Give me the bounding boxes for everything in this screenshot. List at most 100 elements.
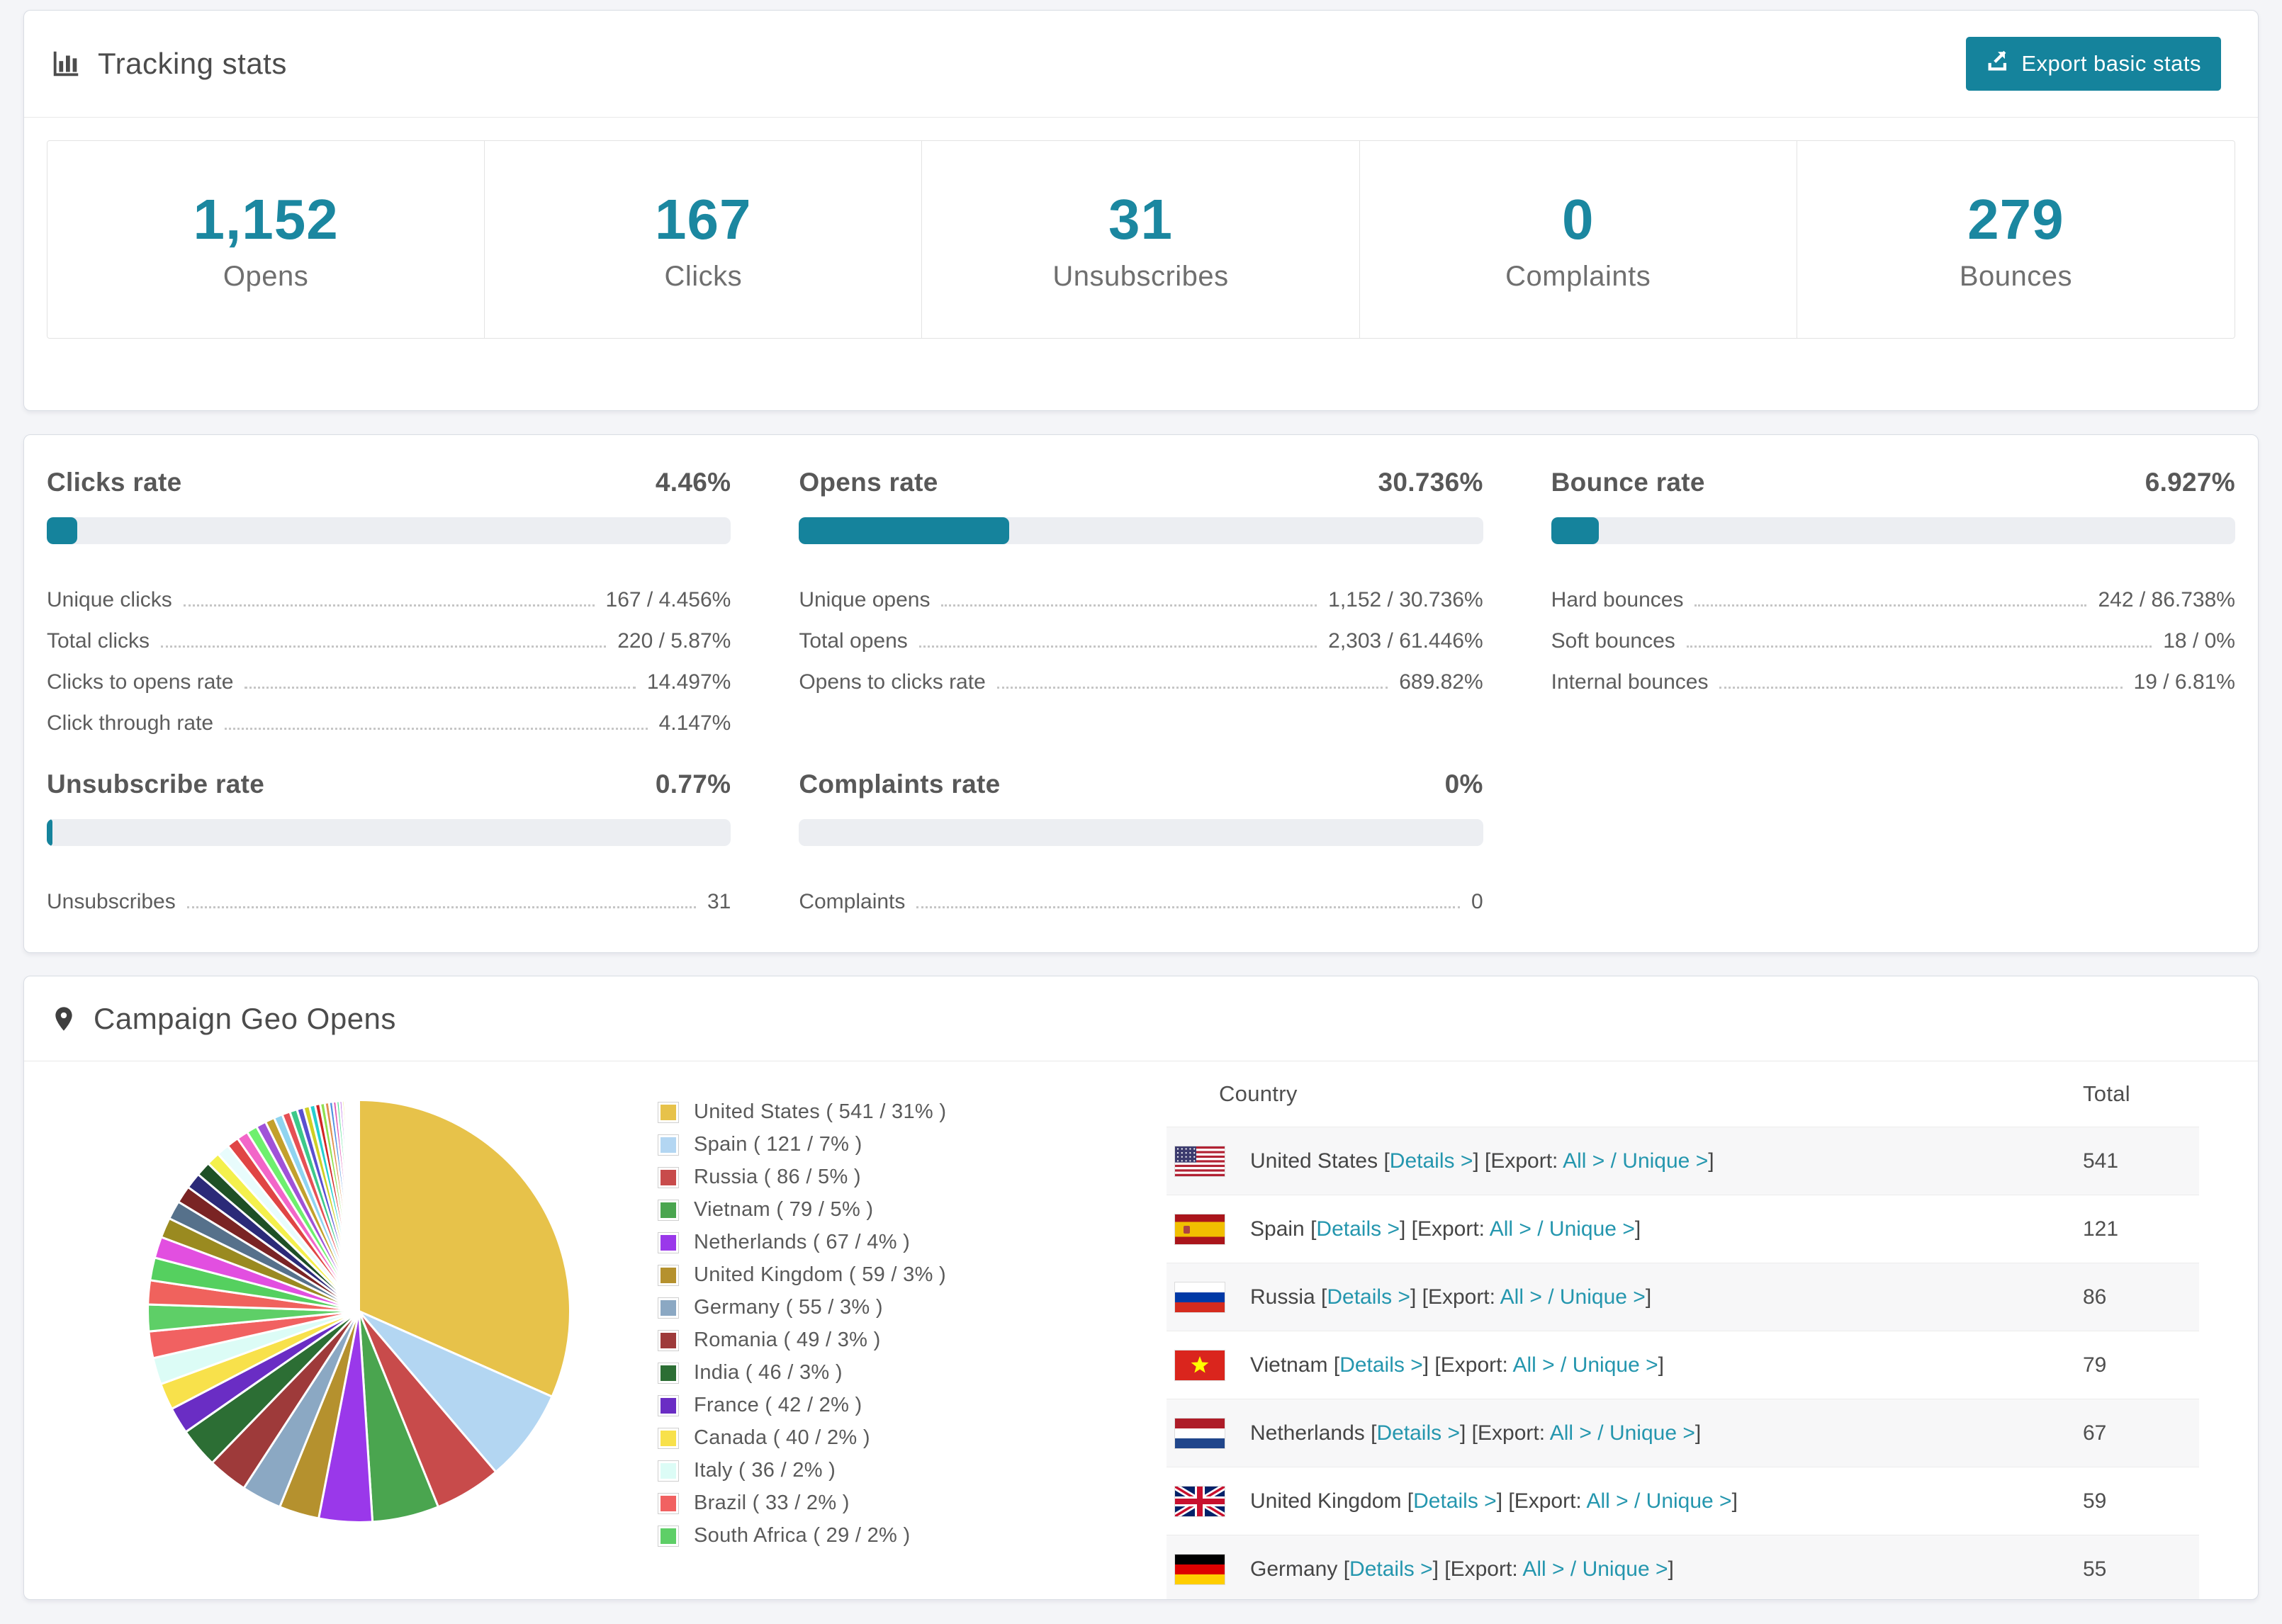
stat-value: 167 [655,187,752,251]
details-link[interactable]: Details > [1316,1217,1400,1241]
summary-stat: 1,152 Opens [47,141,485,338]
country-name: Netherlands [1250,1421,1365,1445]
rate-detail-label: Total opens [799,629,908,653]
details-link[interactable]: Details > [1413,1489,1497,1513]
rate-detail-value: 220 / 5.87% [617,629,731,653]
dotted-leader [244,687,636,689]
legend-item[interactable]: Italy ( 36 / 2% ) [658,1459,1041,1482]
summary-stat: 31 Unsubscribes [922,141,1360,338]
dotted-leader [1719,687,2123,689]
geo-table-row: Russia [Details >] [Export: All > / Uniq… [1167,1263,2199,1331]
dotted-leader [186,906,696,908]
progress-bar [799,517,1483,544]
tracking-stats-title: Tracking stats [50,47,287,81]
legend-item[interactable]: Brazil ( 33 / 2% ) [658,1492,1041,1515]
legend-item[interactable]: Spain ( 121 / 7% ) [658,1133,1041,1156]
legend-item[interactable]: India ( 46 / 3% ) [658,1361,1041,1385]
legend-swatch [658,1166,679,1188]
rate-detail-row: Opens to clicks rate 689.82% [799,658,1483,699]
legend-item[interactable]: South Africa ( 29 / 2% ) [658,1524,1041,1547]
country-cell: United Kingdom [Details >] [Export: All … [1174,1485,2083,1517]
geo-table-header: Country Total [1167,1061,2199,1127]
geo-table-row: Spain [Details >] [Export: All > / Uniqu… [1167,1195,2199,1263]
export-all-link[interactable]: All > [1500,1285,1542,1309]
legend-label: South Africa ( 29 / 2% ) [694,1524,911,1547]
rate-detail-row: Total clicks 220 / 5.87% [47,616,731,658]
legend-swatch [658,1199,679,1221]
export-all-link[interactable]: All > [1550,1421,1592,1445]
details-link[interactable]: Details > [1390,1149,1473,1173]
legend-item[interactable]: United Kingdom ( 59 / 3% ) [658,1263,1041,1287]
legend-item[interactable]: Canada ( 40 / 2% ) [658,1426,1041,1450]
country-total: 86 [2083,1285,2107,1309]
rate-head: Clicks rate 4.46% [47,468,731,497]
rate-block: Unsubscribe rate 0.77% Unsubscribes 31 [47,769,731,918]
details-link[interactable]: Details > [1327,1285,1410,1309]
export-unique-link[interactable]: Unique > [1609,1421,1695,1445]
export-all-link[interactable]: All > [1563,1149,1604,1173]
flag-icon-es [1174,1213,1225,1245]
rate-detail-value: 18 / 0% [2163,629,2235,653]
export-all-link[interactable]: All > [1512,1353,1554,1377]
rate-detail-row: Soft bounces 18 / 0% [1551,616,2235,658]
dotted-leader [1686,645,2152,648]
details-link[interactable]: Details > [1349,1557,1433,1581]
export-all-link[interactable]: All > [1490,1217,1531,1241]
legend-item[interactable]: Russia ( 86 / 5% ) [658,1166,1041,1189]
tracking-stats-card: Tracking stats Export basic stats 1,152 … [23,10,2259,411]
legend-label: Spain ( 121 / 7% ) [694,1133,862,1156]
export-all-link[interactable]: All > [1586,1489,1628,1513]
dotted-leader [183,604,595,607]
legend-swatch [658,1101,679,1123]
legend-swatch [658,1394,679,1416]
export-unique-link[interactable]: Unique > [1583,1557,1668,1581]
details-link[interactable]: Details > [1376,1421,1460,1445]
stat-value: 0 [1561,187,1595,251]
legend-item[interactable]: France ( 42 / 2% ) [658,1394,1041,1417]
rate-detail-label: Total clicks [47,629,150,653]
legend-swatch [658,1231,679,1253]
rate-detail-value: 1,152 / 30.736% [1328,588,1483,611]
rate-detail-label: Unique clicks [47,588,172,611]
rate-head: Bounce rate 6.927% [1551,468,2235,497]
legend-item[interactable]: Germany ( 55 / 3% ) [658,1296,1041,1319]
rate-detail-row: Hard bounces 242 / 86.738% [1551,575,2235,616]
legend-item[interactable]: United States ( 541 / 31% ) [658,1100,1041,1124]
rates-card: Clicks rate 4.46% Unique clicks 167 / 4.… [23,434,2259,953]
progress-bar [47,517,731,544]
export-unique-link[interactable]: Unique > [1560,1285,1646,1309]
progress-bar-fill [47,819,52,846]
legend-swatch [658,1362,679,1384]
rate-head: Opens rate 30.736% [799,468,1483,497]
legend-swatch [658,1134,679,1156]
rate-detail-value: 167 / 4.456% [605,588,731,611]
campaign-geo-opens-card: Campaign Geo Opens United States ( 541 /… [23,976,2259,1600]
export-unique-link[interactable]: Unique > [1622,1149,1708,1173]
rate-detail-value: 19 / 6.81% [2133,670,2235,694]
export-unique-link[interactable]: Unique > [1549,1217,1635,1241]
legend-item[interactable]: Netherlands ( 67 / 4% ) [658,1231,1041,1254]
rate-detail-label: Unique opens [799,588,931,611]
export-all-link[interactable]: All > [1522,1557,1564,1581]
flag-icon-us [1174,1145,1225,1177]
rate-title: Complaints rate [799,769,1001,799]
rate-block: Opens rate 30.736% Unique opens 1,152 / … [799,468,1483,740]
geo-table-row: Netherlands [Details >] [Export: All > /… [1167,1399,2199,1467]
country-cell: Netherlands [Details >] [Export: All > /… [1174,1417,2083,1449]
rate-head: Complaints rate 0% [799,769,1483,799]
legend-item[interactable]: Vietnam ( 79 / 5% ) [658,1198,1041,1222]
tracking-stats-page: Tracking stats Export basic stats 1,152 … [0,10,2282,1624]
country-total: 55 [2083,1557,2107,1581]
export-unique-link[interactable]: Unique > [1646,1489,1732,1513]
summary-stat: 167 Clicks [485,141,923,338]
legend-item[interactable]: Romania ( 49 / 3% ) [658,1329,1041,1352]
export-unique-link[interactable]: Unique > [1573,1353,1658,1377]
legend-swatch [658,1264,679,1286]
rate-value: 30.736% [1378,468,1483,497]
rate-head: Unsubscribe rate 0.77% [47,769,731,799]
legend-label: Romania ( 49 / 3% ) [694,1329,881,1351]
flag-icon-vn [1174,1349,1225,1381]
export-basic-stats-button[interactable]: Export basic stats [1966,37,2221,91]
details-link[interactable]: Details > [1339,1353,1423,1377]
rate-title: Bounce rate [1551,468,1705,497]
